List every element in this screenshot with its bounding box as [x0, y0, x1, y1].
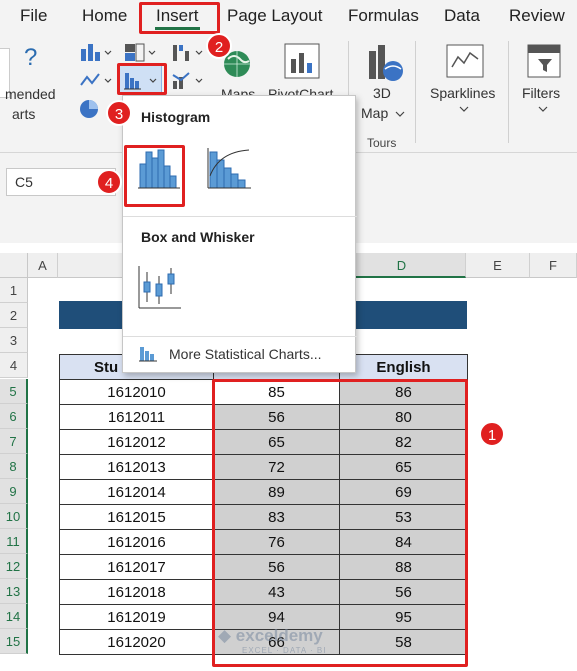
tab-home[interactable]: Home [82, 6, 127, 26]
dropdown-separator [123, 336, 357, 337]
insert-tab-highlight [139, 2, 220, 34]
row-header-5[interactable]: 5 [0, 379, 28, 404]
excel-window: File Home Insert Page Layout Formulas Da… [0, 0, 577, 671]
chevron-down-icon [395, 111, 405, 117]
student-id-cell[interactable]: 1612010 [59, 379, 214, 405]
box-and-whisker-chart-icon[interactable] [137, 264, 183, 312]
row-header-2[interactable]: 2 [0, 303, 28, 328]
histogram-option-highlight [124, 145, 185, 207]
statistic-chart-dropdown: Histogram Box and Whisker More Statistic… [122, 95, 357, 373]
more-statistical-charts-link[interactable]: More Statistical Charts... [169, 346, 322, 362]
row-header-1[interactable]: 1 [0, 278, 28, 303]
student-id-cell[interactable]: 1612011 [59, 404, 214, 430]
column-header-e[interactable]: E [466, 253, 530, 278]
tab-page-layout[interactable]: Page Layout [227, 6, 322, 26]
student-id-cell[interactable]: 1612020 [59, 629, 214, 655]
tours-group-label: Tours [367, 136, 397, 150]
row-header-8[interactable]: 8 [0, 454, 28, 479]
row-header-9[interactable]: 9 [0, 479, 28, 504]
step-badge-1: 1 [479, 421, 505, 447]
student-id-cell[interactable]: 1612013 [59, 454, 214, 480]
row-header-15[interactable]: 15 [0, 629, 28, 654]
3d-map-icon[interactable] [363, 41, 407, 85]
3d-map-label-2[interactable]: Map [361, 105, 388, 121]
dropdown-separator [123, 216, 357, 217]
3d-map-label-1[interactable]: 3D [373, 85, 391, 101]
tab-review[interactable]: Review [509, 6, 565, 26]
column-header-f[interactable]: F [530, 253, 577, 278]
row-header-14[interactable]: 14 [0, 604, 28, 629]
menu-bar: File Home Insert Page Layout Formulas Da… [0, 0, 577, 33]
row-header-3[interactable]: 3 [0, 328, 28, 353]
svg-text:?: ? [24, 44, 37, 69]
column-header-a[interactable]: A [28, 253, 58, 278]
student-id-cell[interactable]: 1612018 [59, 579, 214, 605]
recommended-charts-label-1[interactable]: mended [5, 86, 56, 102]
statistic-chart-small-icon [139, 347, 157, 362]
chevron-down-icon [538, 106, 548, 112]
student-id-cell[interactable]: 1612015 [59, 504, 214, 530]
row-header-11[interactable]: 11 [0, 529, 28, 554]
step-badge-2: 2 [206, 33, 232, 59]
statistic-button-highlight [117, 63, 167, 95]
pareto-chart-icon[interactable] [205, 146, 253, 192]
tab-file[interactable]: File [20, 6, 47, 26]
histogram-heading: Histogram [141, 109, 211, 125]
ribbon-separator [415, 41, 416, 143]
hierarchy-chart-icon[interactable] [122, 41, 156, 63]
filters-icon[interactable] [524, 41, 564, 81]
waterfall-chart-icon[interactable] [170, 41, 204, 63]
student-id-cell[interactable]: 1612012 [59, 429, 214, 455]
combo-chart-icon[interactable] [170, 69, 204, 91]
row-header-10[interactable]: 10 [0, 504, 28, 529]
step-badge-4: 4 [96, 169, 122, 195]
question-mark-icon: ? [24, 44, 37, 69]
line-chart-icon[interactable] [78, 69, 112, 91]
box-whisker-heading: Box and Whisker [141, 229, 255, 245]
student-id-cell[interactable]: 1612016 [59, 529, 214, 555]
pivotchart-icon[interactable] [282, 41, 322, 81]
step-badge-3: 3 [106, 100, 132, 126]
ribbon-separator [508, 41, 509, 143]
chevron-down-icon [459, 106, 469, 112]
row-header-12[interactable]: 12 [0, 554, 28, 579]
row-header-7[interactable]: 7 [0, 429, 28, 454]
column-chart-icon[interactable] [78, 41, 112, 63]
sparklines-icon[interactable] [445, 41, 485, 81]
student-id-cell[interactable]: 1612014 [59, 479, 214, 505]
tab-data[interactable]: Data [444, 6, 480, 26]
row-header-4[interactable]: 4 [0, 353, 28, 378]
column-header-english: English [339, 354, 468, 380]
tab-formulas[interactable]: Formulas [348, 6, 419, 26]
row-header-6[interactable]: 6 [0, 404, 28, 429]
row-header-13[interactable]: 13 [0, 579, 28, 604]
student-id-cell[interactable]: 1612017 [59, 554, 214, 580]
filters-label[interactable]: Filters [522, 85, 560, 101]
student-id-cell[interactable]: 1612019 [59, 604, 214, 630]
data-range-highlight [212, 379, 468, 667]
select-all-corner[interactable] [0, 253, 28, 278]
sparklines-label[interactable]: Sparklines [430, 85, 495, 101]
column-header-d[interactable]: D [338, 253, 466, 278]
recommended-charts-label-2[interactable]: arts [12, 106, 35, 122]
